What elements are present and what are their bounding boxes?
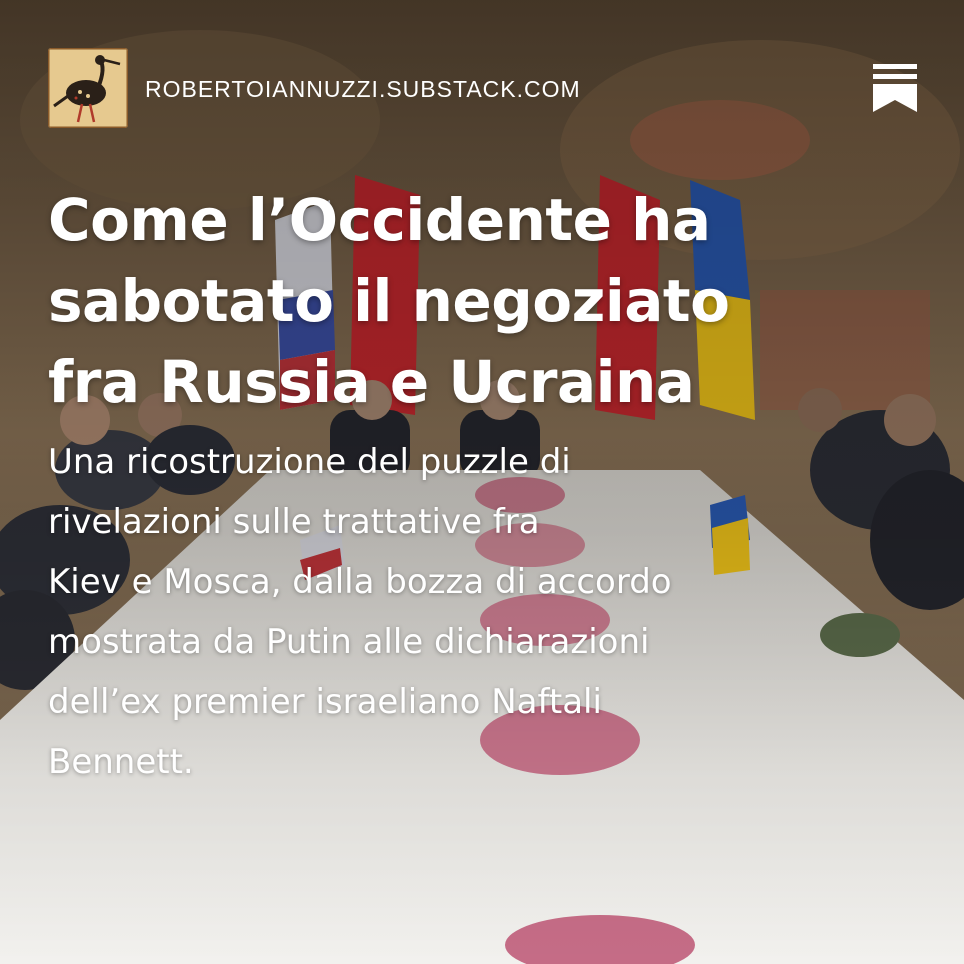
subtitle-line: Kiev e Mosca, dalla bozza di accordo bbox=[48, 562, 672, 602]
publication-domain[interactable]: ROBERTOIANNUZZI.SUBSTACK.COM bbox=[145, 74, 581, 104]
article-subtitle: Una ricostruzione del puzzle di rivelazi… bbox=[48, 432, 808, 792]
title-line: Come l’Occidente ha bbox=[48, 186, 711, 254]
subtitle-line: dell’ex premier israeliano Naftali bbox=[48, 682, 602, 722]
subtitle-line: Bennett. bbox=[48, 742, 194, 782]
heron-bird-icon bbox=[48, 48, 128, 128]
subtitle-line: rivelazioni sulle trattative fra bbox=[48, 502, 540, 542]
title-line: fra Russia e Ucraina bbox=[48, 348, 695, 416]
subtitle-line: mostrata da Putin alle dichiarazioni bbox=[48, 622, 650, 662]
substack-bookmark-icon[interactable] bbox=[873, 64, 917, 112]
subtitle-line: Una ricostruzione del puzzle di bbox=[48, 442, 571, 482]
title-line: sabotato il negoziato bbox=[48, 267, 730, 335]
article-title: Come l’Occidente ha sabotato il negoziat… bbox=[48, 180, 908, 423]
publication-logo[interactable] bbox=[48, 48, 128, 128]
